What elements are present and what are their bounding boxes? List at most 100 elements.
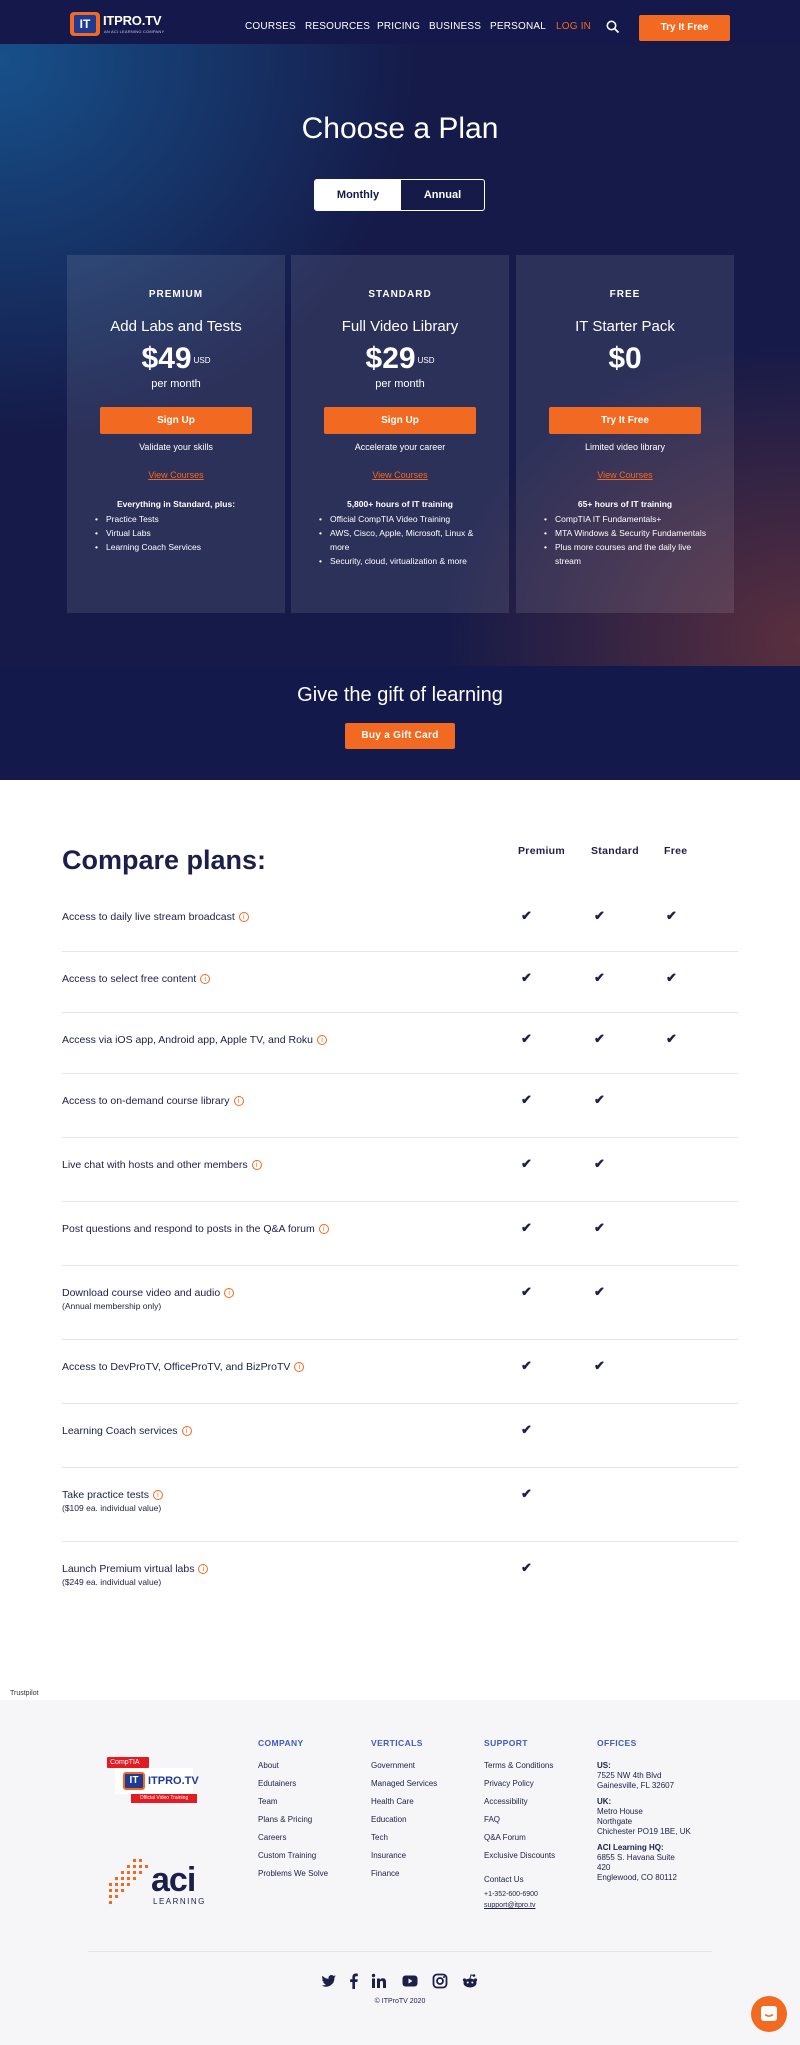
monthly-tab[interactable]: Monthly	[315, 180, 401, 210]
twitter-icon[interactable]	[321, 1973, 337, 1989]
plan-tagline: Validate your skills	[139, 442, 213, 452]
youtube-icon[interactable]	[402, 1973, 418, 1989]
info-icon[interactable]: i	[318, 1224, 329, 1234]
info-icon[interactable]: i	[198, 1564, 209, 1574]
compare-row-note: ($249 ea. individual value)	[62, 1577, 162, 1587]
check-icon-free: ✔	[666, 970, 677, 985]
top-nav: IT ITPRO.TV AN ACI LEARNING COMPANY COUR…	[0, 0, 800, 44]
footer-link[interactable]: FAQ	[484, 1815, 555, 1833]
nav-resources[interactable]: RESOURCES	[305, 21, 370, 32]
footer-link[interactable]: Terms & Conditions	[484, 1761, 555, 1779]
check-icon-premium: ✔	[521, 1560, 532, 1575]
logo-subtitle: AN ACI LEARNING COMPANY	[104, 29, 165, 34]
footer-link[interactable]: Managed Services	[371, 1779, 437, 1797]
contact-us-link[interactable]: Contact Us	[484, 1875, 538, 1891]
footer-link[interactable]: Problems We Solve	[258, 1869, 328, 1887]
reddit-icon[interactable]	[462, 1973, 478, 1989]
linkedin-icon[interactable]	[371, 1973, 387, 1989]
info-icon[interactable]: i	[251, 1160, 262, 1170]
plan-features-heading: 65+ hours of IT training	[577, 499, 673, 509]
footer-col-verticals: VERTICALS Government Managed Services Healt…	[371, 1738, 437, 1887]
office-us: US: 7525 NW 4th Blvd Gainesville, FL 326…	[597, 1761, 675, 1790]
check-icon-premium: ✔	[521, 1422, 532, 1437]
plan-cta-button[interactable]: Sign Up	[100, 407, 252, 434]
check-icon-premium: ✔	[521, 970, 532, 985]
buy-gift-card-button[interactable]: Buy a Gift Card	[345, 723, 455, 749]
facebook-icon[interactable]	[346, 1973, 362, 1989]
annual-tab[interactable]: Annual	[401, 180, 484, 210]
gift-title: Give the gift of learning	[297, 684, 503, 706]
nav-pricing[interactable]: PRICING	[377, 21, 420, 32]
info-icon[interactable]: i	[181, 1426, 192, 1436]
footer-link[interactable]: Exclusive Discounts	[484, 1851, 555, 1869]
footer-link[interactable]: Finance	[371, 1869, 437, 1887]
footer-col-company: COMPANY About Edutainers Team Plans & Pricin…	[258, 1738, 328, 1887]
plan-period: per month	[151, 378, 201, 390]
check-icon-standard: ✔	[594, 1284, 605, 1299]
compare-row: Download course video and audio i (Annual …	[62, 1266, 738, 1340]
contact-phone[interactable]: +1-352-600-6900	[484, 1891, 538, 1902]
footer-link[interactable]: Tech	[371, 1833, 437, 1851]
footer-link[interactable]: Careers	[258, 1833, 328, 1851]
footer-col-heading: COMPANY	[258, 1738, 304, 1748]
footer-link[interactable]: Q&A Forum	[484, 1833, 555, 1851]
view-courses-link[interactable]: View Courses	[67, 470, 285, 480]
info-icon[interactable]: i	[233, 1096, 244, 1106]
offices-heading: OFFICES	[597, 1738, 637, 1748]
plan-cta-button[interactable]: Sign Up	[324, 407, 476, 434]
office-hq: ACI Learning HQ: 6855 S. Havana Suite 42…	[597, 1843, 677, 1882]
footer-link[interactable]: Privacy Policy	[484, 1779, 555, 1797]
footer-link[interactable]: Insurance	[371, 1851, 437, 1869]
search-icon[interactable]	[606, 20, 620, 34]
compare-row: Take practice tests i ($109 ea. individual…	[62, 1468, 738, 1542]
try-it-free-button[interactable]: Try It Free	[639, 15, 730, 41]
chat-icon	[761, 2006, 777, 2021]
compare-row-label: Take practice tests i	[62, 1489, 163, 1501]
footer-link[interactable]: Edutainers	[258, 1779, 328, 1797]
plan-price: $49 USD	[141, 342, 211, 375]
check-icon-standard: ✔	[594, 970, 605, 985]
nav-login[interactable]: LOG IN	[556, 21, 591, 32]
nav-business[interactable]: BUSINESS	[429, 21, 481, 32]
compare-row: Access to on-demand course library i ✔ ✔	[62, 1074, 738, 1138]
instagram-icon[interactable]	[432, 1973, 448, 1989]
info-icon[interactable]: i	[317, 1035, 327, 1045]
info-icon[interactable]: i	[294, 1362, 305, 1372]
info-icon[interactable]: i	[238, 912, 249, 922]
footer-link[interactable]: Custom Training	[258, 1851, 328, 1869]
view-courses-link[interactable]: View Courses	[516, 470, 734, 480]
plan-feature: AWS, Cisco, Apple, Microsoft, Linux & mo…	[319, 526, 494, 554]
plan-feature: Practice Tests	[95, 512, 270, 526]
compare-row-label: Access to on-demand course library i	[62, 1095, 244, 1107]
itprotv-badge-icon: IT	[123, 1772, 145, 1790]
compare-row-label: Access to DevProTV, OfficeProTV, and Biz…	[62, 1361, 305, 1373]
nav-personal[interactable]: PERSONAL	[490, 21, 546, 32]
footer-link[interactable]: Education	[371, 1815, 437, 1833]
compare-col-standard: Standard	[591, 845, 639, 857]
plan-cta-button[interactable]: Try It Free	[549, 407, 701, 434]
check-icon-free: ✔	[666, 1031, 677, 1046]
itprotv-logo[interactable]: IT ITPRO.TV AN ACI LEARNING COMPANY	[70, 8, 164, 38]
footer-link[interactable]: Health Care	[371, 1797, 437, 1815]
view-courses-link[interactable]: View Courses	[291, 470, 509, 480]
plan-features-heading: Everything in Standard, plus:	[116, 499, 236, 509]
contact-block: Contact Us +1-352-600-6900 support@itpro…	[484, 1875, 538, 1909]
billing-toggle: Monthly Annual	[314, 179, 485, 211]
footer-offices: OFFICES US: 7525 NW 4th Blvd Gainesville…	[597, 1738, 691, 1883]
footer-col-heading: VERTICALS	[371, 1738, 423, 1748]
footer-link[interactable]: Team	[258, 1797, 328, 1815]
info-icon[interactable]: i	[200, 974, 211, 984]
chat-launcher-button[interactable]	[751, 1996, 787, 2032]
footer-link[interactable]: Accessibility	[484, 1797, 555, 1815]
info-icon[interactable]: i	[224, 1288, 235, 1298]
info-icon[interactable]: i	[152, 1490, 163, 1500]
nav-courses[interactable]: COURSES	[245, 21, 296, 32]
footer-link[interactable]: Government	[371, 1761, 437, 1779]
trustpilot-widget[interactable]: Trustpilot	[10, 1690, 39, 1697]
compare-row-note: ($109 ea. individual value)	[62, 1503, 162, 1513]
contact-email[interactable]: support@itpro.tv	[484, 1902, 538, 1909]
compare-row: Access to daily live stream broadcast i ✔ ✔…	[62, 890, 738, 952]
plan-price: $29 USD	[365, 342, 435, 375]
footer-link[interactable]: Plans & Pricing	[258, 1815, 328, 1833]
footer-link[interactable]: About	[258, 1761, 328, 1779]
